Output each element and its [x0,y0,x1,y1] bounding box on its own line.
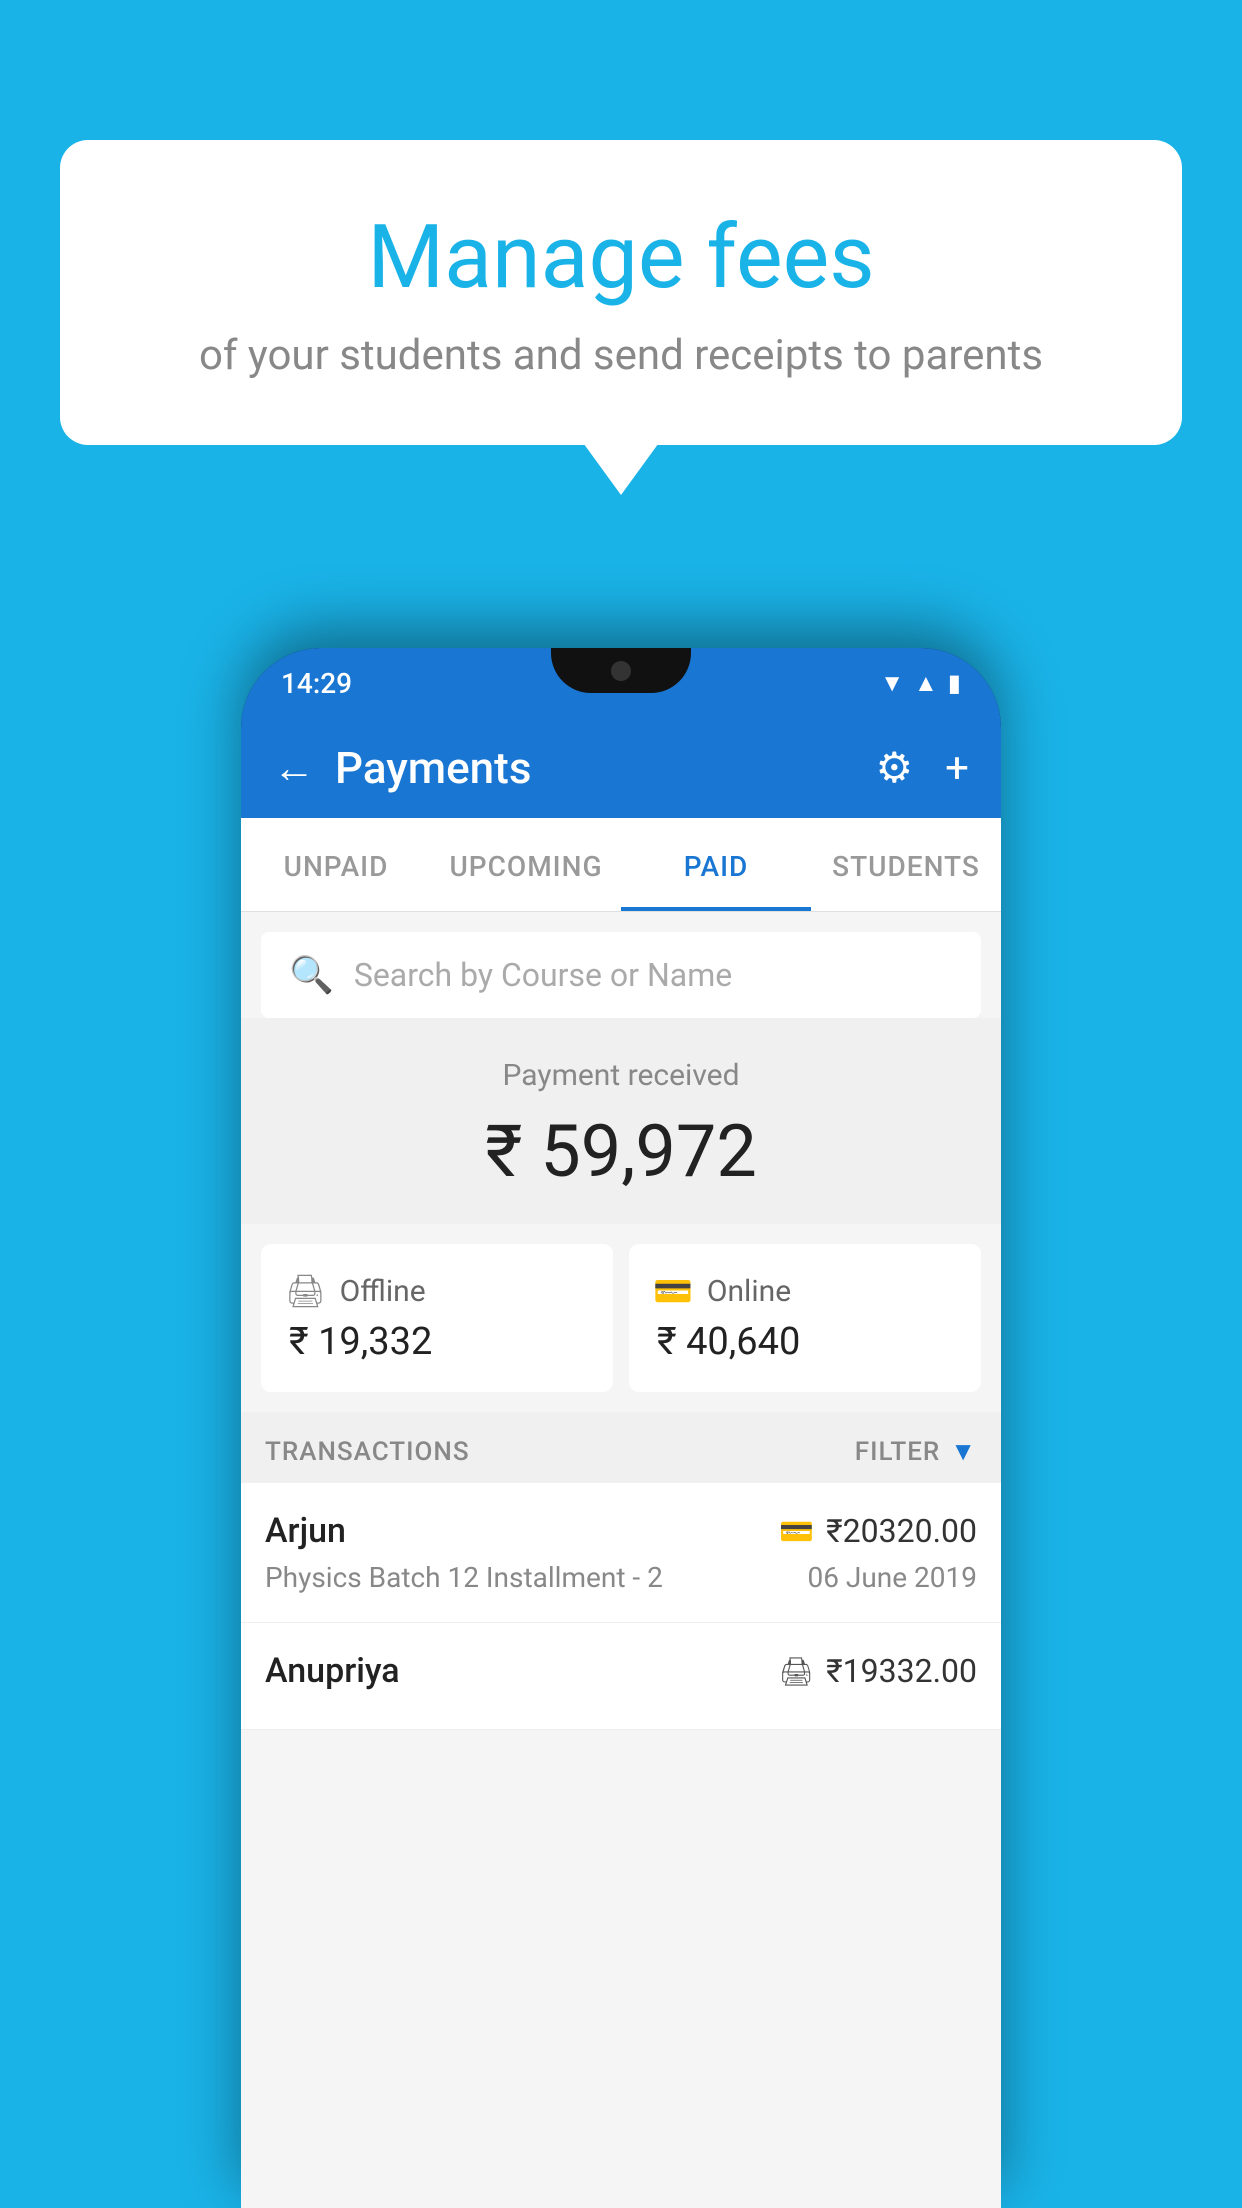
speech-bubble-subtitle: of your students and send receipts to pa… [120,331,1122,380]
online-payment-card: 💳 Online ₹ 40,640 [629,1244,981,1392]
offline-label: Offline [340,1274,426,1309]
transaction-amount-anupriya: 🖨 ₹19332.00 [779,1652,977,1690]
payment-cards-row: 🖨 Offline ₹ 19,332 💳 Online ₹ 40,640 [241,1224,1001,1412]
header-icons: ⚙ + [876,743,970,793]
search-placeholder-text: Search by Course or Name [354,956,732,994]
tab-unpaid[interactable]: UNPAID [241,818,431,911]
search-icon: 🔍 [289,954,334,996]
phone-frame: 14:29 ▼ ▲ ▮ ← Payments ⚙ + UNPAID UPCOMI… [241,648,1001,2208]
back-button[interactable]: ← [273,744,315,793]
card-payment-icon: 💳 [779,1515,814,1548]
content-area: 🔍 Search by Course or Name Payment recei… [241,912,1001,2208]
payment-total-amount: ₹ 59,972 [261,1109,981,1194]
transaction-amount-arjun: 💳 ₹20320.00 [779,1512,977,1550]
transaction-item-anupriya: Anupriya 🖨 ₹19332.00 [241,1623,1001,1730]
transaction-name-anupriya: Anupriya [265,1651,400,1691]
offline-icon: 🖨 [285,1272,326,1310]
cash-payment-icon: 🖨 [779,1655,815,1688]
filter-icon: ▼ [950,1436,977,1467]
camera-dot [611,661,631,681]
speech-bubble-title: Manage fees [120,210,1122,307]
transaction-date-arjun: 06 June 2019 [807,1561,977,1594]
speech-bubble-container: Manage fees of your students and send re… [60,140,1182,445]
wifi-icon: ▼ [880,669,904,698]
offline-payment-card: 🖨 Offline ₹ 19,332 [261,1244,613,1392]
transactions-header: TRANSACTIONS FILTER ▼ [241,1412,1001,1483]
tabs: UNPAID UPCOMING PAID STUDENTS [241,818,1001,912]
speech-bubble: Manage fees of your students and send re… [60,140,1182,445]
payment-received-label: Payment received [261,1058,981,1093]
app-header: ← Payments ⚙ + [241,718,1001,818]
filter-button[interactable]: FILTER ▼ [855,1436,977,1467]
transaction-desc-arjun: Physics Batch 12 Installment - 2 [265,1561,663,1594]
online-icon: 💳 [653,1272,693,1310]
online-amount: ₹ 40,640 [653,1320,957,1364]
battery-icon: ▮ [948,669,961,697]
search-bar[interactable]: 🔍 Search by Course or Name [261,932,981,1018]
offline-amount: ₹ 19,332 [285,1320,589,1364]
status-time: 14:29 [281,667,352,700]
tab-paid[interactable]: PAID [621,818,811,911]
payment-summary: Payment received ₹ 59,972 [241,1018,1001,1224]
online-card-header: 💳 Online [653,1272,957,1310]
phone-notch [551,648,691,693]
status-icons: ▼ ▲ ▮ [880,669,961,698]
status-bar: 14:29 ▼ ▲ ▮ [241,648,1001,718]
tab-upcoming[interactable]: UPCOMING [431,818,621,911]
tab-students[interactable]: STUDENTS [811,818,1001,911]
page-title: Payments [335,742,856,794]
signal-icon: ▲ [914,669,938,698]
plus-icon[interactable]: + [945,744,969,793]
transaction-item-arjun: Arjun 💳 ₹20320.00 Physics Batch 12 Insta… [241,1483,1001,1623]
transaction-name-arjun: Arjun [265,1511,346,1551]
online-label: Online [707,1274,791,1309]
gear-icon[interactable]: ⚙ [876,743,914,793]
offline-card-header: 🖨 Offline [285,1272,589,1310]
transactions-label: TRANSACTIONS [265,1437,470,1467]
